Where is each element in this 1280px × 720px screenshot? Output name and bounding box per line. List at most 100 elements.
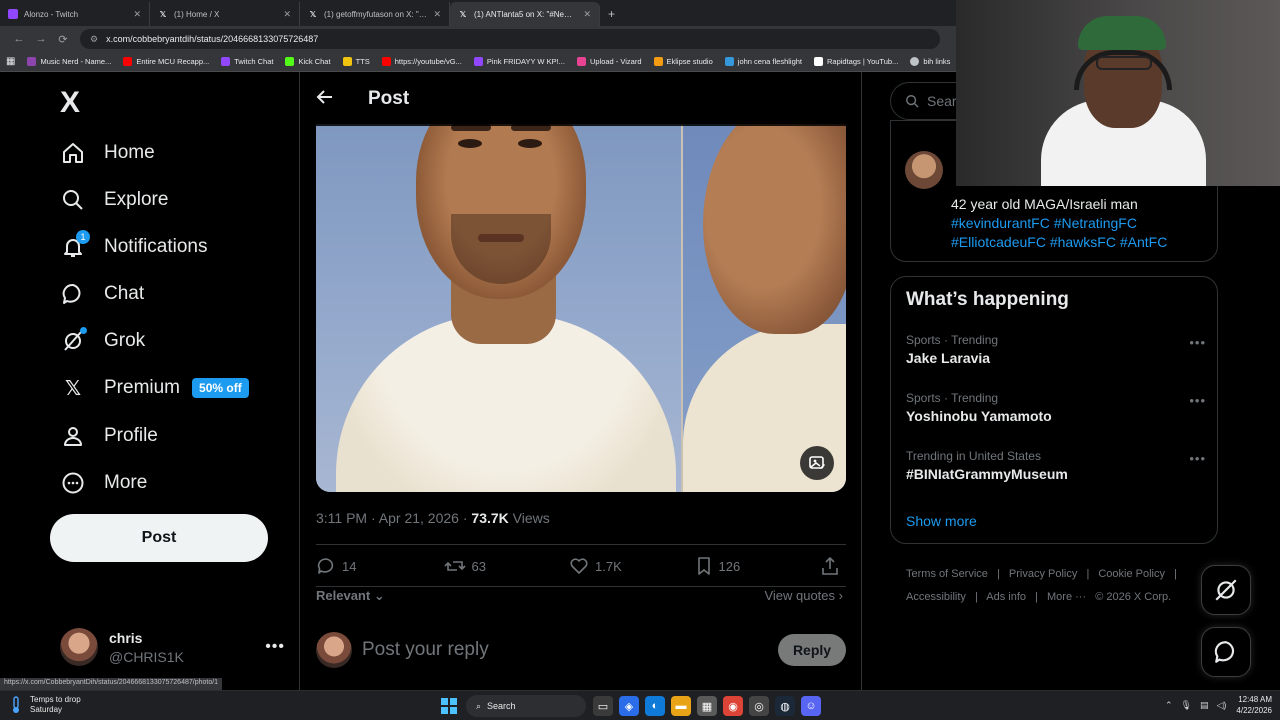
footer-separator: | — [1035, 591, 1038, 603]
nav-item-home[interactable]: Home — [60, 138, 155, 168]
browser-tab[interactable]: Alonzo - Twitch ✕ — [0, 2, 150, 26]
browser-tab[interactable]: 𝕏 (1) getoffmyfutason on X: "ducl ✕ — [300, 2, 450, 26]
footer-link[interactable]: Terms of Service — [906, 568, 988, 580]
footer-link[interactable]: Cookie Policy — [1098, 568, 1165, 580]
bookmark-item[interactable]: Eklipse studio — [653, 57, 713, 66]
bookmark-button[interactable]: 126 — [695, 556, 821, 576]
bookmark-item[interactable]: Upload - Vizard — [576, 57, 642, 66]
mugshot-front-photo — [316, 124, 681, 492]
close-tab-icon[interactable]: ✕ — [283, 9, 291, 20]
system-tray: ⌃ 🎙 ▤ ◁) 12:48 AM 4/22/2026 — [1157, 694, 1272, 716]
chevron-up-icon[interactable]: ⌃ — [1165, 700, 1173, 711]
reload-icon[interactable]: ⟳ — [52, 33, 74, 46]
grok-fab-button[interactable] — [1201, 565, 1251, 615]
new-tab-icon[interactable]: + — [608, 7, 615, 21]
x-logo-icon[interactable]: X — [60, 86, 80, 120]
back-arrow-icon[interactable]: ← — [8, 33, 30, 45]
close-tab-icon[interactable]: ✕ — [133, 9, 141, 20]
more-horizontal-icon[interactable]: ••• — [1189, 335, 1206, 350]
grok-icon — [1215, 579, 1237, 601]
bookmark-item[interactable]: john cena fleshlight — [724, 57, 802, 66]
footer-link[interactable]: More ··· — [1047, 591, 1086, 603]
share-button[interactable] — [820, 556, 846, 576]
compose-post-button[interactable]: Post — [50, 514, 268, 562]
discord-icon[interactable]: ☺ — [801, 696, 821, 716]
reply-input[interactable]: Post your reply — [362, 639, 778, 661]
bookmark-item[interactable]: https://youtube/vG... — [381, 57, 462, 66]
more-horizontal-icon[interactable]: ••• — [1189, 393, 1206, 408]
ms-store-icon[interactable]: ▦ — [697, 696, 717, 716]
bookmark-item[interactable]: Pink FRIDAYY W KP!... — [473, 57, 565, 66]
reply-button[interactable]: 14 — [316, 556, 444, 576]
bookmark-item[interactable]: Rapidtags | YouTub... — [814, 57, 898, 66]
bookmark-item[interactable]: TTS — [342, 57, 370, 66]
footer-link[interactable]: Ads info — [986, 591, 1026, 603]
nav-item-explore[interactable]: Explore — [60, 185, 168, 215]
file-explorer-icon[interactable]: ▬ — [671, 696, 691, 716]
bookmark-item[interactable]: Music Nerd - Name... — [27, 57, 111, 66]
network-icon[interactable]: ▤ — [1200, 700, 1209, 711]
bookmark-label: john cena fleshlight — [737, 57, 802, 66]
view-quotes-link[interactable]: View quotes › — [764, 588, 843, 603]
weather-widget[interactable]: Temps to drop Saturday — [10, 695, 81, 715]
nav-item-notifications[interactable]: 1 Notifications — [60, 230, 208, 262]
edge-browser-icon[interactable]: ◐ — [645, 696, 665, 716]
like-button[interactable]: 1.7K — [569, 556, 695, 576]
webcam-overlay — [956, 0, 1280, 186]
bookmark-label: Upload - Vizard — [589, 57, 642, 66]
app-icon[interactable]: ◎ — [749, 696, 769, 716]
browser-tab[interactable]: 𝕏 (1) Home / X ✕ — [150, 2, 300, 26]
bookmark-item[interactable]: Twitch Chat — [221, 57, 273, 66]
volume-icon[interactable]: ◁) — [1216, 700, 1226, 711]
back-arrow-icon[interactable] — [316, 88, 334, 111]
task-view-icon[interactable]: ▭ — [593, 696, 613, 716]
nav-item-premium[interactable]: 𝕏 Premium 50% off — [60, 373, 249, 403]
chevron-right-icon: › — [838, 588, 843, 603]
site-info-icon[interactable]: ⚙ — [90, 34, 98, 45]
close-tab-icon[interactable]: ✕ — [433, 9, 441, 20]
reply-sort-dropdown[interactable]: Relevant ⌄ — [316, 588, 385, 604]
nav-item-profile[interactable]: Profile — [60, 421, 158, 451]
microphone-icon[interactable]: 🎙 — [1181, 700, 1192, 711]
chrome-icon[interactable]: ◉ — [723, 696, 743, 716]
forward-arrow-icon[interactable]: → — [30, 33, 52, 45]
apps-grid-icon[interactable]: ▦ — [6, 56, 15, 67]
browser-tab-active[interactable]: 𝕏 (1) ANTlanta5 on X: "#NewProfil ✕ — [450, 2, 600, 26]
footer-link[interactable]: Privacy Policy — [1009, 568, 1077, 580]
taskbar-clock[interactable]: 12:48 AM 4/22/2026 — [1236, 694, 1272, 716]
trend-item[interactable]: Trending in United States #BINIatGrammyM… — [906, 449, 1206, 482]
reply-submit-button[interactable]: Reply — [778, 634, 846, 666]
bookmark-favicon-icon — [27, 57, 37, 66]
more-horizontal-icon[interactable]: ••• — [1189, 451, 1206, 466]
nav-item-chat[interactable]: Chat — [60, 279, 144, 309]
bio-hashtags[interactable]: #kevindurantFC #NetratingFC #Elliotcadeu… — [951, 215, 1167, 250]
avatar[interactable] — [905, 151, 943, 189]
image-edit-icon[interactable] — [800, 446, 834, 480]
url-text: x.com/cobbebryantdih/status/204666813307… — [106, 34, 319, 44]
trend-name: #BINIatGrammyMuseum — [906, 466, 1068, 482]
nav-label: More — [104, 472, 148, 493]
footer-link[interactable]: Accessibility — [906, 591, 966, 603]
windows-start-icon[interactable] — [439, 696, 459, 716]
trend-item[interactable]: Sports · Trending Jake Laravia ••• — [906, 333, 1206, 366]
nav-item-more[interactable]: More — [60, 468, 147, 498]
taskbar-search[interactable]: ⌕ Search — [466, 695, 586, 717]
bookmark-item[interactable]: Entire MCU Recapp... — [123, 57, 209, 66]
more-horizontal-icon[interactable]: ••• — [265, 638, 285, 656]
tab-title: (1) Home / X — [174, 9, 220, 19]
account-switcher[interactable]: chris @CHRIS1K ••• — [60, 628, 285, 666]
show-more-link[interactable]: Show more — [906, 513, 977, 529]
copilot-icon[interactable]: ◈ — [619, 696, 639, 716]
nav-item-grok[interactable]: Grok — [60, 326, 145, 356]
url-field[interactable]: ⚙ x.com/cobbebryantdih/status/2046668133… — [80, 29, 940, 49]
post-media-image[interactable] — [316, 124, 846, 492]
repost-button[interactable]: 63 — [443, 556, 570, 576]
bookmark-item[interactable]: bih links — [910, 57, 950, 66]
trend-item[interactable]: Sports · Trending Yoshinobu Yamamoto ••• — [906, 391, 1206, 424]
repost-count: 63 — [471, 558, 486, 574]
steam-icon[interactable]: ◍ — [775, 696, 795, 716]
windows-taskbar: Temps to drop Saturday ⌕ Search ▭ ◈ ◐ ▬ … — [0, 690, 1280, 720]
bookmark-item[interactable]: Kick Chat — [285, 57, 331, 66]
chat-fab-button[interactable] — [1201, 627, 1251, 677]
close-tab-icon[interactable]: ✕ — [583, 9, 591, 20]
